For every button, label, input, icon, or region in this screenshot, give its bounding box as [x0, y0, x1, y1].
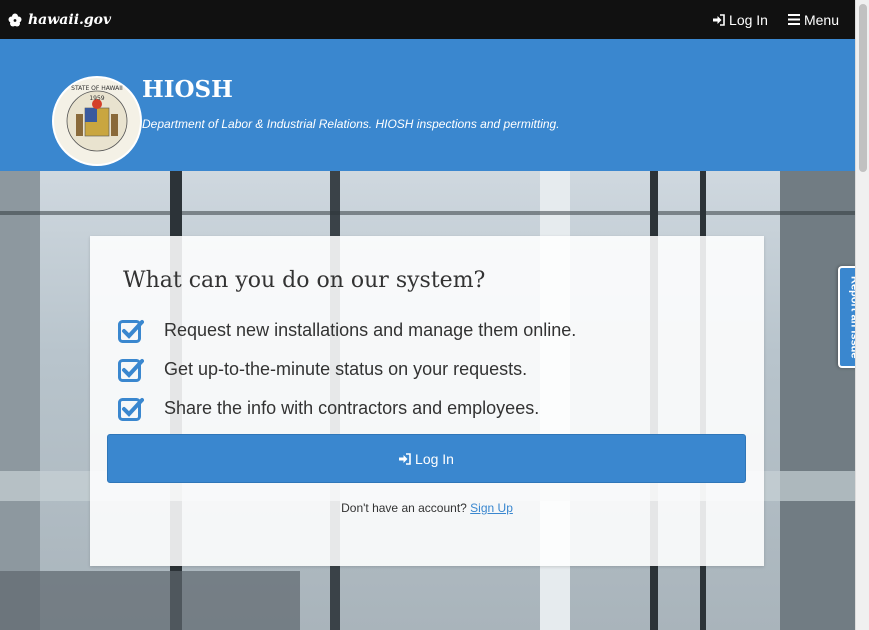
login-button[interactable]: Log In	[107, 434, 746, 483]
hamburger-icon	[787, 14, 800, 25]
scrollbar-thumb[interactable]	[859, 4, 867, 172]
brand-text: hawaii.gov	[28, 11, 112, 28]
hero-pillar-left	[0, 171, 40, 630]
hibiscus-icon	[8, 13, 22, 26]
site-header: STATE OF HAWAII 1959	[0, 39, 855, 171]
checkbox-checked-icon	[118, 397, 144, 421]
card-title: What can you do on our system?	[123, 268, 486, 293]
hero-pillar-right	[780, 171, 855, 630]
checkbox-checked-icon	[118, 358, 144, 382]
nav-right: Log In Menu	[713, 12, 839, 28]
feature-item: Request new installations and manage the…	[118, 311, 576, 350]
hawaii-gov-brand[interactable]: hawaii.gov	[8, 12, 111, 28]
signup-prompt: Don't have an account?	[341, 501, 467, 515]
seal-text-top: STATE OF HAWAII	[71, 85, 123, 92]
seal-year: 1959	[89, 95, 104, 102]
feature-item: Get up-to-the-minute status on your requ…	[118, 350, 576, 389]
feature-list: Request new installations and manage the…	[118, 311, 576, 428]
site-subtitle: Department of Labor & Industrial Relatio…	[142, 117, 560, 131]
login-button-label: Log In	[415, 450, 454, 467]
signup-line: Don't have an account? Sign Up	[90, 501, 764, 515]
feature-text: Request new installations and manage the…	[164, 320, 577, 340]
hero-escalator	[0, 571, 300, 630]
page-scrollbar[interactable]	[855, 0, 869, 630]
feature-text: Share the info with contractors and empl…	[164, 398, 540, 418]
nav-menu-label: Menu	[803, 11, 839, 28]
hero-rail	[0, 211, 855, 215]
nav-menu-button[interactable]: Menu	[787, 11, 839, 28]
signup-link[interactable]: Sign Up	[470, 501, 513, 515]
checkbox-checked-icon	[118, 319, 144, 343]
feature-text: Get up-to-the-minute status on your requ…	[164, 359, 528, 379]
sign-in-icon	[713, 13, 725, 26]
nav-login-link[interactable]: Log In	[713, 12, 768, 28]
info-card: What can you do on our system? Request n…	[90, 236, 764, 566]
top-navbar: hawaii.gov Log In Menu	[0, 0, 855, 39]
state-seal-icon: STATE OF HAWAII 1959	[52, 76, 142, 166]
nav-login-label: Log In	[729, 11, 768, 28]
feature-item: Share the info with contractors and empl…	[118, 389, 576, 428]
site-title[interactable]: HIOSH	[142, 76, 233, 103]
sign-in-icon	[399, 452, 411, 465]
